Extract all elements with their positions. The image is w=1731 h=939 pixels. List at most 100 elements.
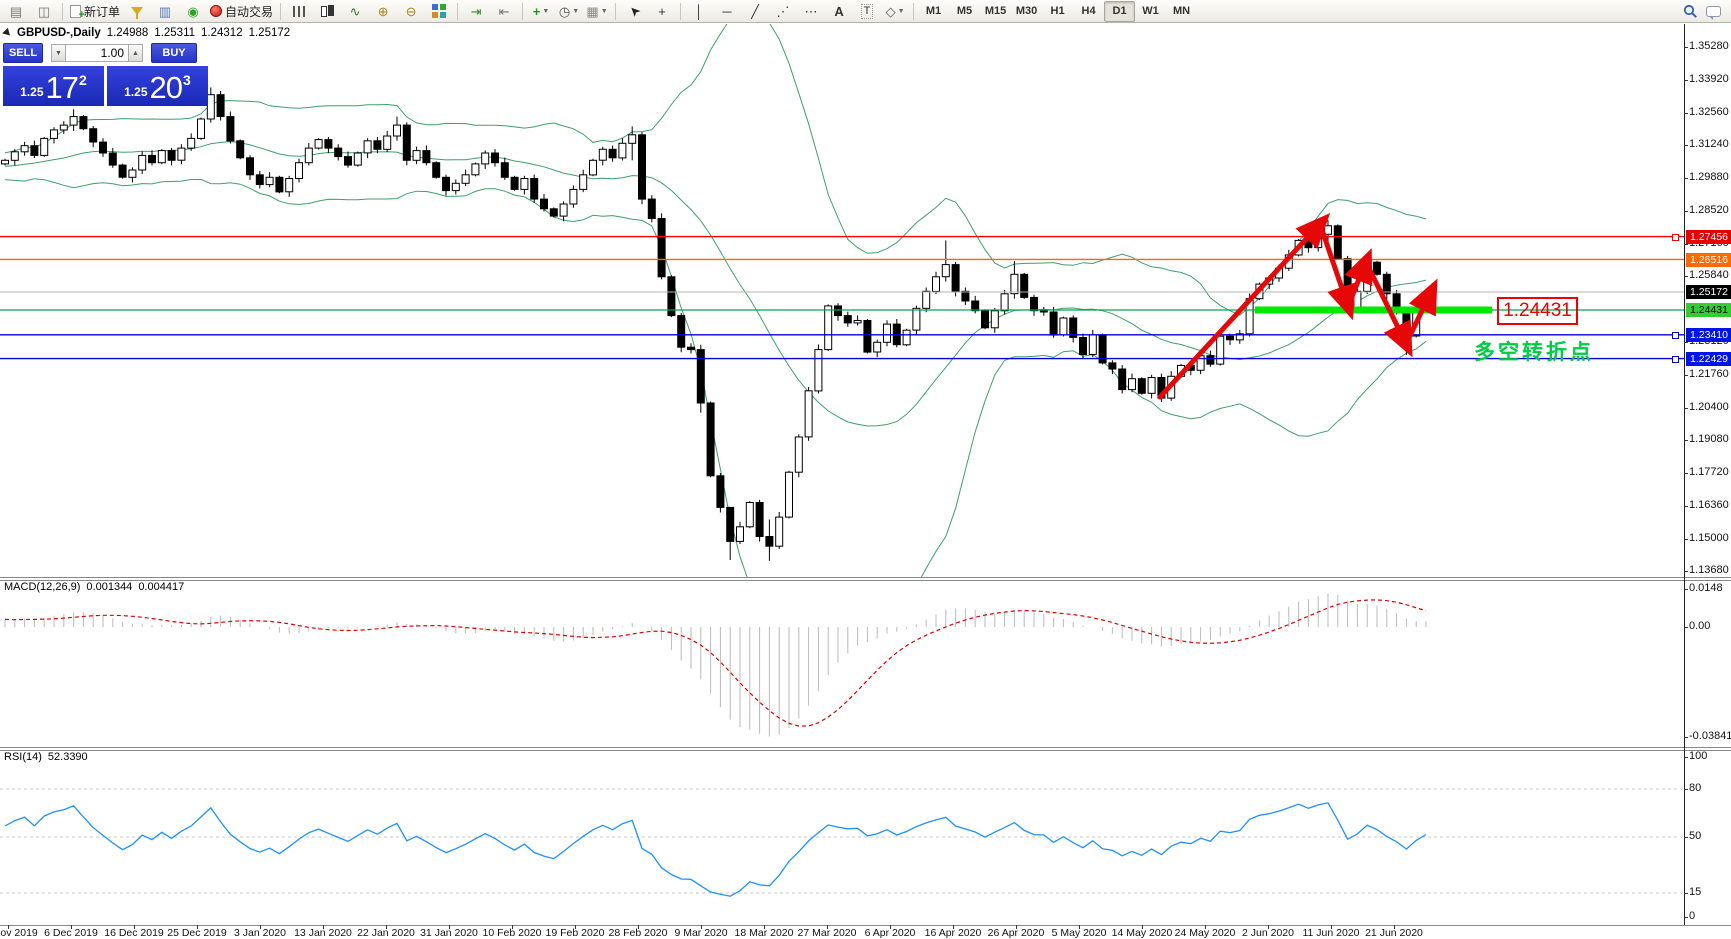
candle	[971, 300, 980, 312]
new-order-button[interactable]: 新订单	[67, 1, 123, 22]
trendline-button[interactable]: ╱	[741, 1, 769, 22]
sell-button[interactable]: SELL	[3, 43, 43, 63]
screen-icon: ▥	[158, 3, 172, 19]
candle	[1108, 362, 1117, 370]
new-chart-button[interactable]: ▤	[2, 1, 30, 22]
shapes-button[interactable]: ◇ ▼	[881, 1, 909, 22]
tf-d1-button[interactable]: D1	[1104, 0, 1136, 22]
candle	[932, 276, 940, 292]
time-axis-label: 13 Jan 2020	[294, 927, 352, 939]
price-tick	[1684, 408, 1688, 409]
candle	[236, 140, 245, 159]
turning-point-annotation[interactable]: 多空转折点	[1474, 336, 1594, 366]
candle	[118, 164, 127, 178]
chart-canvas[interactable]	[0, 0, 1731, 939]
vertical-line-button[interactable]: │	[685, 1, 713, 22]
volume-decrease-button[interactable]: ▼	[51, 44, 66, 62]
fibonacci-button[interactable]: ⋰	[769, 1, 797, 22]
pane-separator[interactable]	[0, 747, 1731, 748]
bar-chart-mode-button[interactable]	[285, 1, 313, 22]
one-click-trading-panel: SELL ▼ 1.00 ▲ BUY 1.25 17 2 1.25 20 3	[3, 43, 213, 106]
ohlc-low: 1.24312	[201, 27, 243, 39]
zoom-out-button[interactable]: ⊖	[397, 1, 425, 22]
fibonacci-icon: ⋰	[776, 3, 790, 19]
volume-increase-button[interactable]: ▲	[128, 44, 143, 62]
text-label-button[interactable]: T	[853, 1, 881, 22]
tile-windows-button[interactable]	[425, 1, 453, 22]
toolbar-separator	[522, 2, 524, 20]
candle	[481, 152, 490, 165]
search-icon[interactable]	[1683, 4, 1698, 19]
price-axis-label: 1.25840	[1689, 269, 1729, 281]
price-axis-highlight-1.22429: 1.22429	[1686, 352, 1731, 366]
sell-quote-panel[interactable]: 1.25 17 2	[3, 66, 104, 106]
templates-button[interactable]: ▦ ▼	[583, 1, 611, 22]
tf-mn-button[interactable]: MN	[1166, 1, 1197, 22]
tf-m1-button[interactable]: M1	[918, 1, 949, 22]
candle-chart-mode-button[interactable]	[313, 1, 341, 22]
templates-icon: ▦	[586, 3, 599, 19]
sell-price-base: 1.25	[20, 85, 44, 99]
line-endpoint-marker[interactable]	[1672, 331, 1679, 339]
crosshair-icon: +	[658, 3, 666, 19]
symbol-marker-icon	[2, 27, 13, 39]
text-button[interactable]: A	[825, 1, 853, 22]
candle	[540, 198, 548, 210]
mql5-signal-button[interactable]: ◉	[179, 1, 207, 22]
time-axis-label: 16 Apr 2020	[924, 927, 982, 939]
candle	[255, 174, 264, 186]
price-tick	[1684, 178, 1688, 179]
candle	[148, 154, 156, 164]
text-label-icon: T	[860, 3, 874, 19]
signal-icon: ◉	[187, 3, 199, 19]
chart-profiles-button[interactable]: ◫	[30, 1, 58, 22]
zoom-in-button[interactable]: ⊕	[369, 1, 397, 22]
tf-m30-button[interactable]: M30	[1011, 1, 1042, 22]
candle	[69, 116, 78, 126]
candle	[785, 471, 793, 518]
indicator-axis-label: 0	[1689, 910, 1696, 922]
candle	[804, 390, 813, 438]
tf-w1-button[interactable]: W1	[1135, 1, 1166, 22]
pane-separator[interactable]	[0, 577, 1731, 578]
autotrading-button[interactable]: 自动交易	[207, 1, 276, 22]
time-axis-label: 6 Dec 2019	[44, 927, 98, 939]
tf-h1-button[interactable]: H1	[1042, 1, 1073, 22]
candle	[30, 145, 39, 156]
tf-m5-button[interactable]: M5	[949, 1, 980, 22]
tf-m15-button[interactable]: M15	[980, 1, 1011, 22]
market-watch-button[interactable]: ▥	[151, 1, 179, 22]
auto-scroll-button[interactable]: ⇥	[462, 1, 490, 22]
price-axis-label: 1.20400	[1689, 401, 1729, 413]
chat-icon[interactable]	[1706, 5, 1721, 20]
data-funnel-button[interactable]	[123, 1, 151, 22]
equidistant-channel-button[interactable]: ⋯	[797, 1, 825, 22]
crosshair-button[interactable]: +	[648, 1, 676, 22]
indicator-axis-label: 0.00	[1689, 620, 1711, 632]
buy-quote-panel[interactable]: 1.25 20 3	[107, 66, 208, 106]
vertical-line-icon: │	[694, 3, 704, 19]
candle	[883, 323, 891, 343]
cursor-button[interactable]: ➤	[620, 1, 648, 22]
candle	[1088, 334, 1097, 355]
line-endpoint-marker[interactable]	[1672, 355, 1679, 363]
price-tick	[1684, 211, 1688, 212]
line-endpoint-marker[interactable]	[1672, 233, 1679, 241]
candle	[559, 203, 568, 217]
bollinger-upper-band	[4, 24, 1427, 316]
indicators-button[interactable]: + ▼	[527, 1, 555, 22]
price-annotation-box[interactable]: 1.24431	[1497, 297, 1578, 325]
candle	[402, 124, 411, 161]
candle	[902, 329, 911, 346]
buy-button[interactable]: BUY	[151, 43, 197, 63]
candle	[167, 150, 176, 161]
chart-shift-button[interactable]: ⇤	[490, 1, 518, 22]
indicator-tick	[1684, 893, 1688, 894]
macd-main-value: 0.001344	[86, 581, 133, 593]
line-chart-mode-button[interactable]: ∿	[341, 1, 369, 22]
periods-button[interactable]: ◷ ▼	[555, 1, 583, 22]
horizontal-line-button[interactable]: ─	[713, 1, 741, 22]
support-level-highlight[interactable]	[1255, 306, 1492, 314]
tf-h4-button[interactable]: H4	[1073, 1, 1104, 22]
volume-input[interactable]: 1.00	[66, 44, 128, 62]
